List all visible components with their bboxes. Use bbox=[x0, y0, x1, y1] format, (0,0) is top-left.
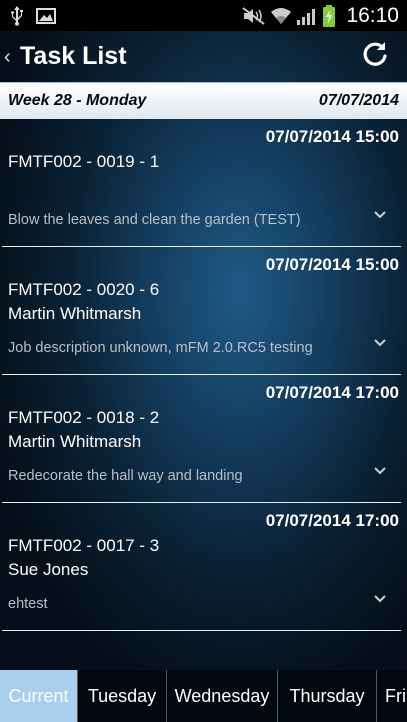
task-row[interactable]: 07/07/2014 15:00 FMTF002 - 0020 - 6 Mart… bbox=[2, 247, 401, 375]
image-icon bbox=[36, 7, 56, 24]
usb-icon bbox=[10, 5, 24, 26]
week-label: Week 28 - Monday bbox=[8, 92, 147, 109]
main-area: ‹ Task List Week 28 - Monday 07/07/2014 … bbox=[0, 31, 407, 670]
refresh-icon[interactable] bbox=[361, 40, 389, 73]
task-description: Blow the leaves and clean the garden (TE… bbox=[8, 212, 301, 228]
status-bar: 16:10 bbox=[0, 0, 407, 31]
title-bar: ‹ Task List bbox=[0, 31, 407, 83]
task-row[interactable]: 07/07/2014 17:00 FMTF002 - 0018 - 2 Mart… bbox=[2, 375, 401, 503]
day-tab-bar: Current Tuesday Wednesday Thursday Fri bbox=[0, 670, 407, 722]
chevron-down-icon[interactable] bbox=[373, 335, 387, 353]
task-row[interactable]: 07/07/2014 15:00 FMTF002 - 0019 - 1 Blow… bbox=[2, 119, 401, 247]
task-code: FMTF002 - 0020 - 6 bbox=[8, 280, 160, 299]
task-description: Redecorate the hall way and landing bbox=[8, 468, 243, 484]
tab-current[interactable]: Current bbox=[0, 670, 78, 722]
task-description: ehtest bbox=[8, 596, 48, 612]
task-code: FMTF002 - 0018 - 2 bbox=[8, 408, 160, 427]
page-title: Task List bbox=[20, 42, 127, 70]
chevron-left-icon[interactable]: ‹ bbox=[4, 47, 18, 67]
task-list: 07/07/2014 15:00 FMTF002 - 0019 - 1 Blow… bbox=[0, 119, 407, 631]
task-datetime: 07/07/2014 17:00 bbox=[265, 383, 399, 402]
week-header: Week 28 - Monday 07/07/2014 bbox=[0, 83, 407, 119]
tab-wednesday[interactable]: Wednesday bbox=[167, 670, 278, 722]
task-row[interactable]: 07/07/2014 17:00 FMTF002 - 0017 - 3 Sue … bbox=[2, 503, 401, 631]
task-description: Job description unknown, mFM 2.0.RC5 tes… bbox=[8, 340, 313, 356]
chevron-down-icon[interactable] bbox=[373, 591, 387, 609]
task-datetime: 07/07/2014 15:00 bbox=[265, 127, 399, 146]
task-code: FMTF002 - 0019 - 1 bbox=[8, 152, 160, 171]
clock: 16:10 bbox=[346, 3, 399, 27]
tab-thursday[interactable]: Thursday bbox=[278, 670, 377, 722]
battery-charging-icon bbox=[322, 4, 336, 27]
mute-icon bbox=[242, 6, 266, 25]
signal-icon bbox=[296, 7, 318, 25]
chevron-down-icon[interactable] bbox=[373, 463, 387, 481]
task-datetime: 07/07/2014 15:00 bbox=[265, 255, 399, 274]
task-person: Martin Whitmarsh bbox=[8, 304, 142, 323]
task-datetime: 07/07/2014 17:00 bbox=[265, 511, 399, 530]
task-code: FMTF002 - 0017 - 3 bbox=[8, 536, 160, 555]
chevron-down-icon[interactable] bbox=[373, 207, 387, 225]
task-person: Sue Jones bbox=[8, 560, 89, 579]
tab-friday[interactable]: Fri bbox=[377, 670, 407, 722]
task-person: Martin Whitmarsh bbox=[8, 432, 142, 451]
tab-tuesday[interactable]: Tuesday bbox=[78, 670, 167, 722]
wifi-icon bbox=[270, 7, 292, 25]
week-date: 07/07/2014 bbox=[318, 92, 399, 109]
